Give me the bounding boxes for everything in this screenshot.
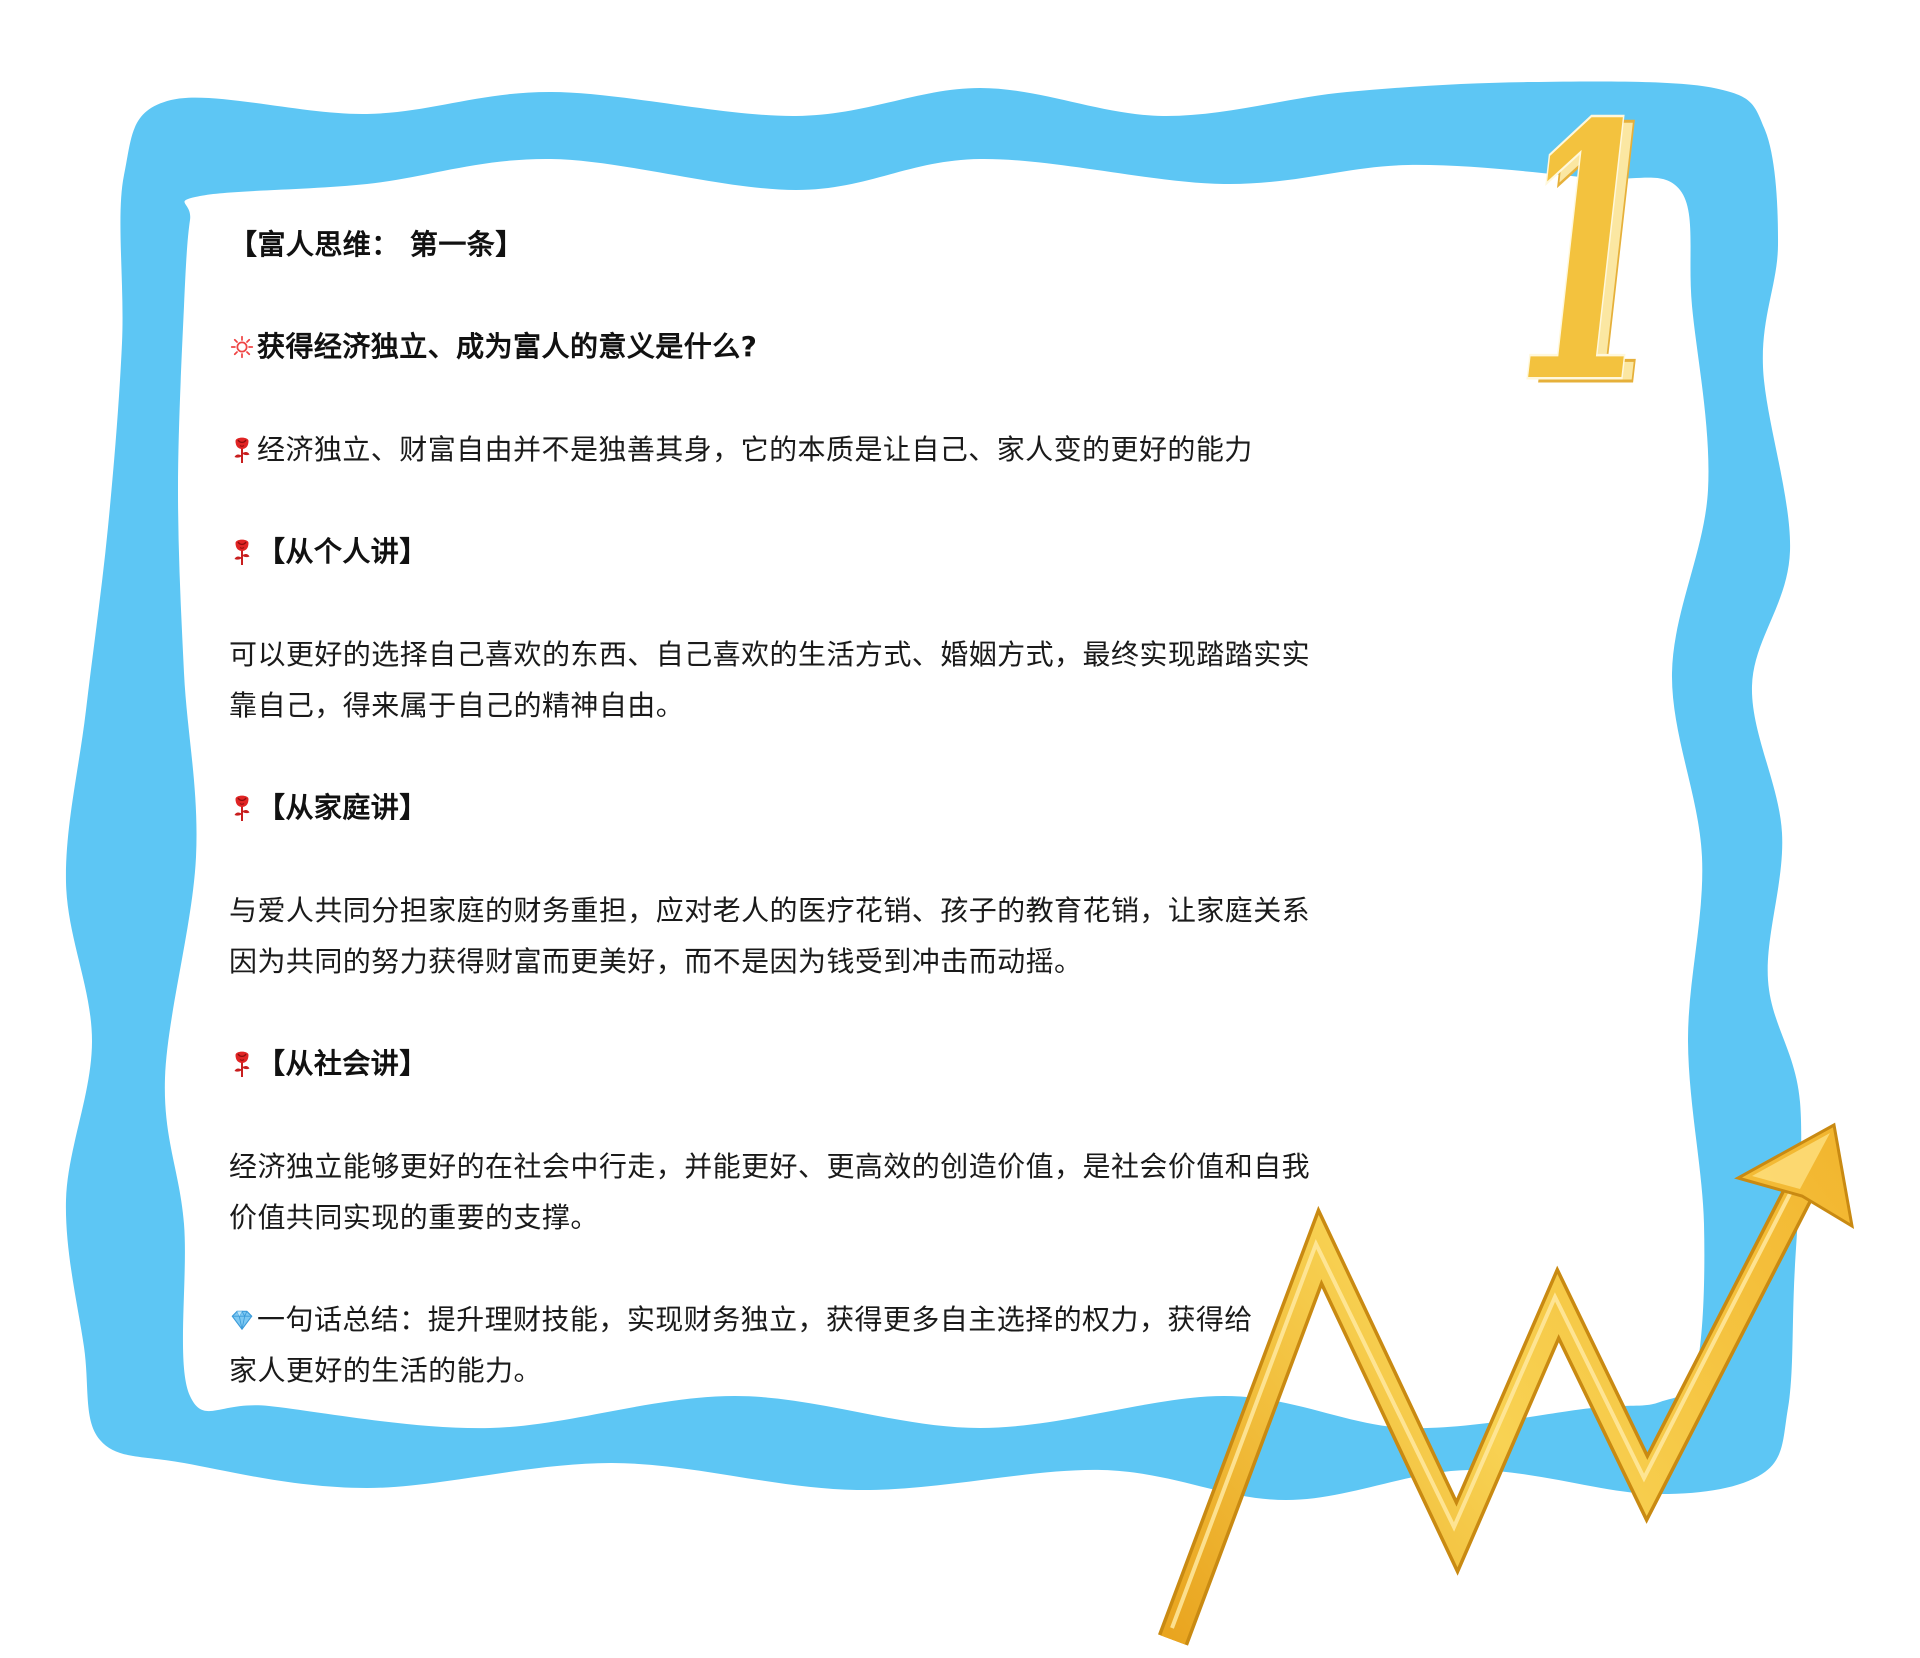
arrow-line (1161, 1184, 1812, 1645)
diamond-icon (229, 1306, 255, 1334)
summary-text: 一句话总结：提升理财技能，实现财务独立，获得更多自主选择的权力，获得给 (257, 1303, 1253, 1336)
badge-number: 1 (1515, 49, 1656, 460)
body-line: 经济独立能够更好的在社会中行走，并能更好、更高效的创造价值，是社会价值和自我 (229, 1150, 1311, 1183)
section-heading-text: 【从社会讲】 (257, 1047, 428, 1080)
arrow-head (1734, 1122, 1855, 1229)
intro-text: 经济独立、财富自由并不是独善其身，它的本质是让自己、家人变的更好的能力 (257, 433, 1253, 466)
rose-icon (229, 794, 255, 822)
question-line: 获得经济独立、成为富人的意义是什么? (229, 321, 757, 372)
summary-line: 一句话总结：提升理财技能，实现财务独立，获得更多自主选择的权力，获得给 (229, 1294, 1253, 1345)
rose-icon (229, 1050, 255, 1078)
arrow-line-highlight (1170, 1185, 1796, 1629)
section-heading-family: 【从家庭讲】 (229, 782, 428, 833)
question-text: 获得经济独立、成为富人的意义是什么? (257, 330, 758, 363)
sun-icon (229, 333, 255, 361)
summary: 一句话总结：提升理财技能，实现财务独立，获得更多自主选择的权力，获得给 家人更好… (229, 1294, 1253, 1397)
section-heading-society: 【从社会讲】 (229, 1038, 428, 1089)
section-heading-personal: 【从个人讲】 (229, 526, 428, 577)
summary-line: 家人更好的生活的能力。 (229, 1354, 542, 1388)
poster: 【富人思维： 第一条】 获得经济独立、成为富人的意义是什么? 经济独立、财富自由… (0, 0, 1920, 1658)
arrow-line-edge (1158, 1182, 1815, 1646)
arrow-head-highlight (1752, 1133, 1830, 1189)
section-body-family: 与爱人共同分担家庭的财务重担，应对老人的医疗花销、孩子的教育花销，让家庭关系 因… (229, 885, 1310, 988)
section-body-personal: 可以更好的选择自己喜欢的东西、自己喜欢的生活方式、婚姻方式，最终实现踏踏实实 靠… (229, 629, 1310, 732)
body-line: 与爱人共同分担家庭的财务重担，应对老人的医疗花销、孩子的教育花销，让家庭关系 (229, 894, 1311, 927)
body-line: 价值共同实现的重要的支撑。 (229, 1201, 599, 1235)
body-line: 靠自己，得来属于自己的精神自由。 (229, 689, 685, 723)
body-line: 可以更好的选择自己喜欢的东西、自己喜欢的生活方式、婚姻方式，最终实现踏踏实实 (229, 638, 1311, 671)
section-body-society: 经济独立能够更好的在社会中行走，并能更好、更高效的创造价值，是社会价值和自我 价… (229, 1141, 1310, 1244)
rose-icon (229, 436, 255, 464)
section-heading-text: 【从家庭讲】 (257, 791, 428, 824)
page-title: 【富人思维： 第一条】 (229, 228, 524, 261)
badge-number-shadow: 1 (1526, 53, 1667, 464)
intro-line: 经济独立、财富自由并不是独善其身，它的本质是让自己、家人变的更好的能力 (229, 424, 1253, 475)
body-line: 因为共同的努力获得财富而更美好，而不是因为钱受到冲击而动摇。 (229, 945, 1083, 979)
rose-icon (229, 538, 255, 566)
section-heading-text: 【从个人讲】 (257, 535, 428, 568)
